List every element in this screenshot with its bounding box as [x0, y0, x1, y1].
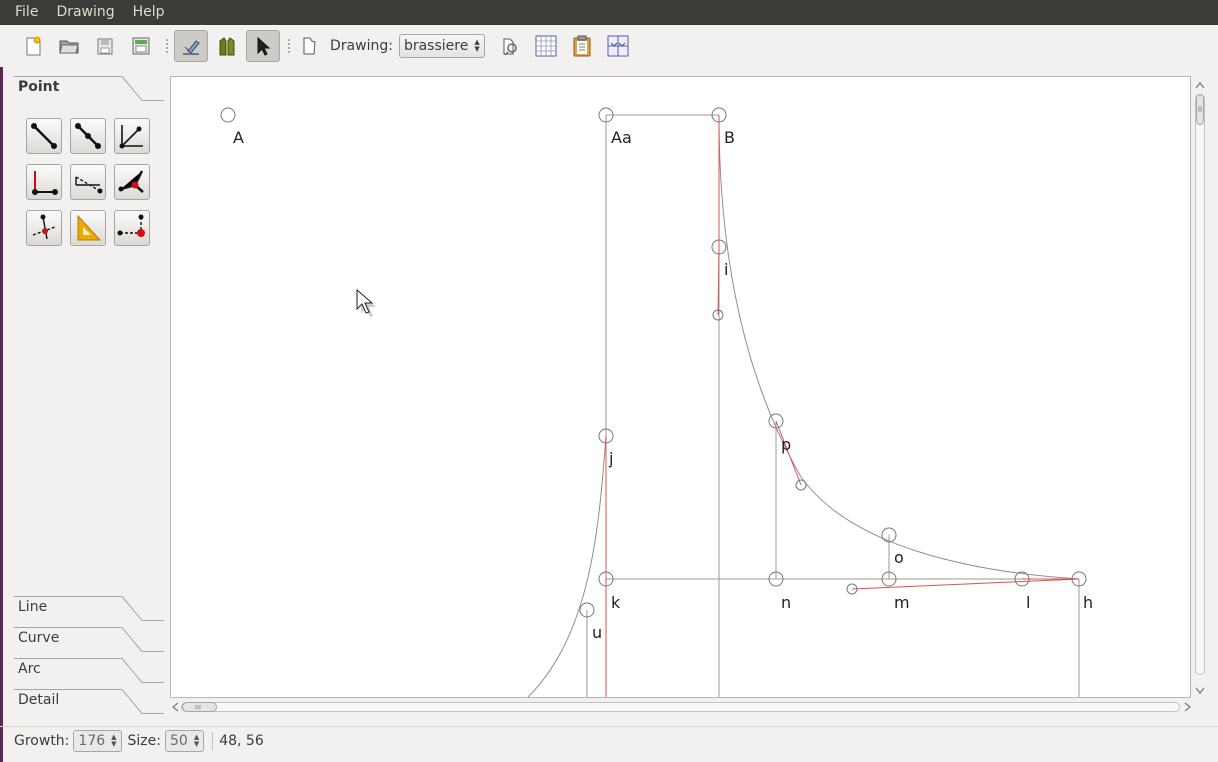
toolbox-section-detail[interactable]: Detail [14, 689, 164, 714]
toolbox-section-curve[interactable]: Curve [14, 627, 164, 652]
scroll-up-icon [1195, 82, 1205, 89]
status-separator [212, 731, 214, 750]
menu-file[interactable]: File [6, 0, 47, 25]
point-label-k[interactable]: k [611, 593, 621, 612]
construction-lines [527, 114, 1080, 697]
drawing-select-value: brassiere [403, 38, 469, 54]
drawing-label: Drawing: [330, 38, 393, 54]
point-label-m[interactable]: m [894, 593, 910, 612]
toolbox-section-line-label: Line [18, 599, 48, 615]
draw-mode-icon[interactable] [174, 30, 208, 62]
control-lines [605, 115, 1080, 697]
point-label-l[interactable]: l [1026, 593, 1030, 612]
point-label-A[interactable]: A [233, 128, 244, 147]
toolbox: Point Line Curve Arc Detail [14, 76, 166, 716]
point-label-u[interactable]: u [592, 623, 602, 642]
menu-drawing[interactable]: Drawing [47, 0, 123, 25]
scroll-left-icon [172, 702, 179, 712]
point-label-o[interactable]: o [894, 548, 904, 567]
toolbar-separator [286, 34, 292, 58]
drawing-canvas[interactable]: A Aa B i j p o k n m l h u [170, 76, 1191, 698]
option-draw-icon[interactable] [493, 30, 527, 62]
toolbox-section-detail-label: Detail [18, 692, 60, 708]
normal-tool-icon[interactable] [114, 118, 150, 154]
triangle-tool-icon[interactable] [70, 210, 106, 246]
save-file-icon[interactable] [88, 30, 122, 62]
details-mode-icon[interactable] [210, 30, 244, 62]
height-tool-icon[interactable] [26, 210, 62, 246]
table-of-variables-icon[interactable] [529, 30, 563, 62]
point-label-j[interactable]: j [608, 449, 613, 468]
cursor-coords: 48, 56 [219, 732, 264, 749]
along-line-tool-icon[interactable] [70, 118, 106, 154]
drawing-select[interactable]: brassiere ▲ ▼ [398, 34, 485, 58]
size-value: 50 [170, 732, 188, 749]
scroll-down-icon [1195, 687, 1205, 694]
new-drawing-icon[interactable] [296, 30, 322, 62]
point-of-contact-tool-icon[interactable] [114, 210, 150, 246]
point-markers [220, 107, 1087, 618]
point-label-p[interactable]: p [781, 435, 791, 454]
toolbox-section-arc[interactable]: Arc [14, 658, 164, 683]
layout-icon[interactable] [601, 30, 635, 62]
toolbox-section-line[interactable]: Line [14, 596, 164, 621]
growth-label: Growth: [14, 732, 70, 749]
open-file-icon[interactable] [52, 30, 86, 62]
point-label-h[interactable]: h [1083, 593, 1093, 612]
window-edge [0, 67, 3, 762]
history-icon[interactable] [565, 30, 599, 62]
horizontal-scrollbar[interactable] [170, 700, 1193, 714]
toolbox-section-curve-label: Curve [18, 630, 60, 646]
line-point-tool-icon[interactable] [26, 118, 62, 154]
point-label-i[interactable]: i [724, 260, 728, 279]
point-label-B[interactable]: B [724, 128, 735, 147]
spinner-arrows-icon: ▲ ▼ [474, 38, 480, 53]
normal-to-point-tool-icon[interactable] [114, 164, 150, 200]
pointer-icon[interactable] [246, 30, 280, 62]
spinner-arrows-icon: ▲ ▼ [111, 732, 117, 748]
statusbar: Growth: 176 ▲ ▼ Size: 50 ▲ ▼ 48, 56 [0, 726, 1218, 754]
scroll-right-icon [1184, 702, 1191, 712]
toolbox-section-point-label: Point [18, 79, 60, 95]
vertical-scrollbar[interactable] [1193, 76, 1207, 700]
new-file-icon[interactable] [16, 30, 50, 62]
point-label-Aa[interactable]: Aa [611, 128, 632, 147]
size-label: Size: [127, 732, 161, 749]
size-spinbox[interactable]: 50 ▲ ▼ [165, 729, 205, 752]
mouse-cursor-icon [356, 288, 376, 317]
spinner-arrows-icon: ▲ ▼ [193, 732, 200, 748]
point-label-n[interactable]: n [781, 593, 791, 612]
point-tools-grid [26, 118, 150, 246]
growth-value: 176 [78, 732, 106, 749]
toolbar: Drawing: brassiere ▲ ▼ [0, 25, 1218, 67]
menubar: File Drawing Help [0, 0, 1218, 25]
save-as-icon[interactable] [124, 30, 158, 62]
shoulder-point-tool-icon[interactable] [70, 164, 106, 200]
toolbar-separator [164, 34, 170, 58]
toolbox-section-arc-label: Arc [18, 661, 41, 677]
menu-help[interactable]: Help [124, 0, 174, 25]
growth-spinbox[interactable]: 176 ▲ ▼ [73, 729, 122, 752]
bisector-tool-icon[interactable] [26, 164, 62, 200]
toolbox-section-point[interactable]: Point [14, 76, 164, 101]
